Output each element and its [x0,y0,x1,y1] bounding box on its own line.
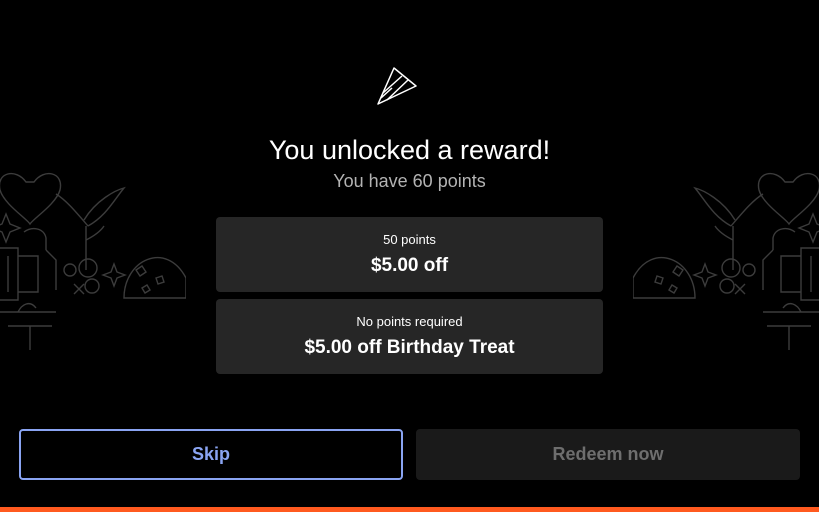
reward-value: $5.00 off Birthday Treat [304,337,515,358]
reward-points-cost: No points required [356,314,463,329]
reward-option-birthday-treat[interactable]: No points required $5.00 off Birthday Tr… [216,299,603,374]
points-balance: You have 60 points [333,171,486,191]
reward-points-cost: 50 points [383,232,436,247]
brand-accent-bar [0,507,819,512]
party-hat-icon [377,67,417,105]
reward-option-50-points[interactable]: 50 points $5.00 off [216,217,603,292]
redeem-now-button[interactable]: Redeem now [416,429,800,480]
skip-button[interactable]: Skip [19,429,403,480]
page-title: You unlocked a reward! [268,135,551,165]
reward-value: $5.00 off [370,255,449,276]
